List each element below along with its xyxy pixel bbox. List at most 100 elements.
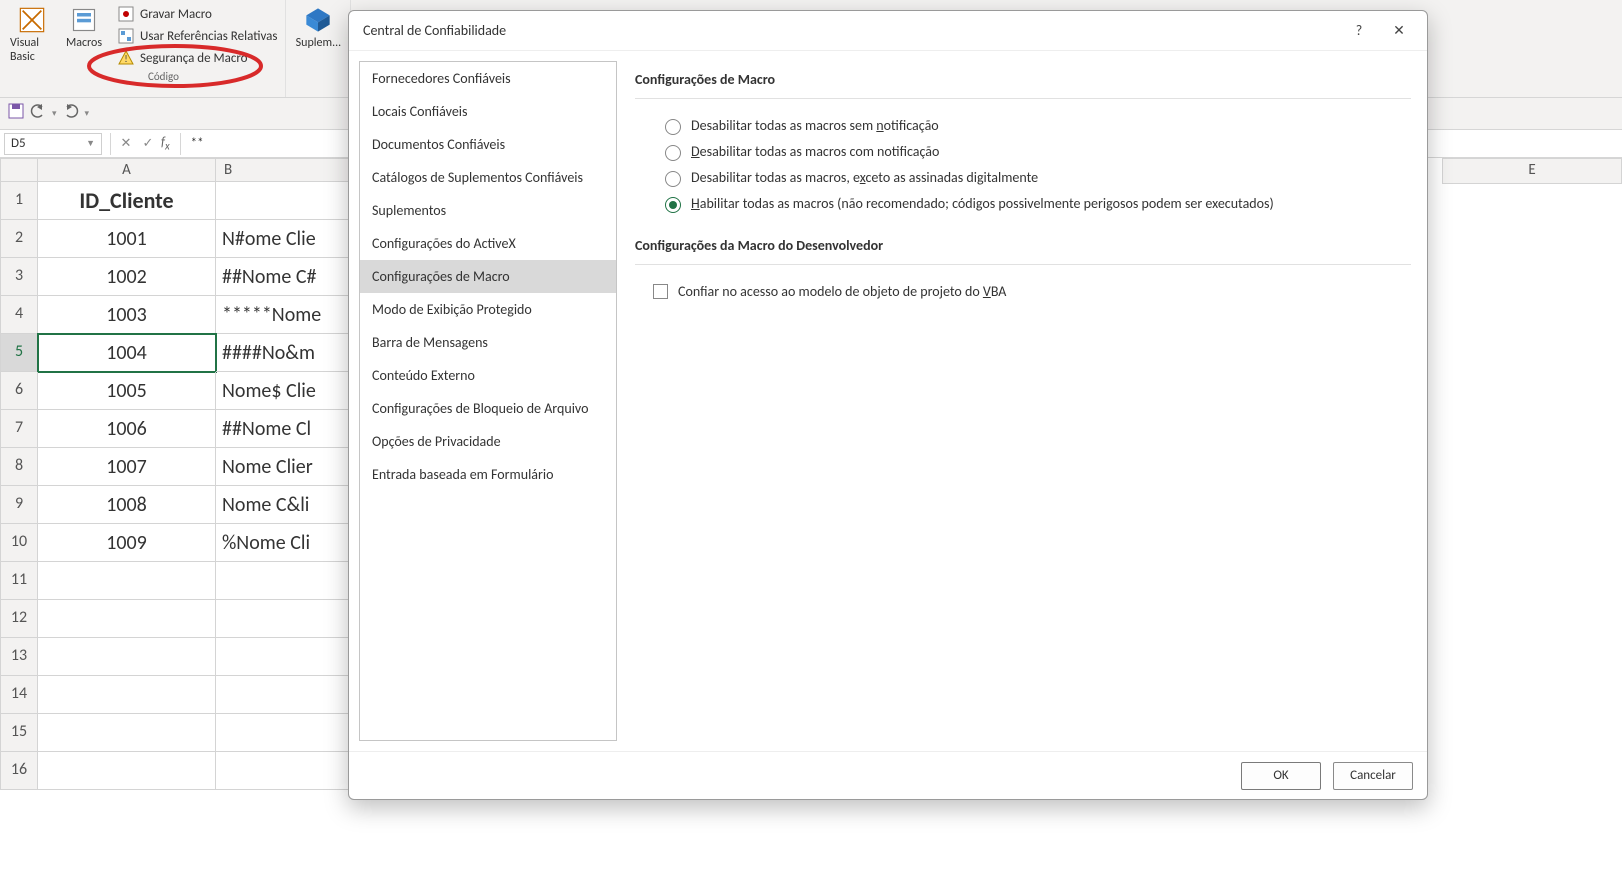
radio-label: Desabilitar todas as macros com notifica… xyxy=(691,143,939,160)
gravar-label: Gravar Macro xyxy=(140,7,212,22)
row-header[interactable]: 7 xyxy=(0,410,38,448)
sidebar-item-4[interactable]: Suplementos xyxy=(360,194,616,227)
trust-vba-checkbox-row[interactable]: Confiar no acesso ao modelo de objeto de… xyxy=(635,279,1411,304)
row-header[interactable]: 16 xyxy=(0,752,38,790)
row-header[interactable]: 14 xyxy=(0,676,38,714)
section-macro-settings: Configurações de Macro xyxy=(635,71,1411,88)
undo-dropdown[interactable]: ▾ xyxy=(52,108,57,119)
macro-radio-1[interactable]: Desabilitar todas as macros com notifica… xyxy=(635,139,1411,165)
sidebar-item-5[interactable]: Configurações do ActiveX xyxy=(360,227,616,260)
macro-radio-0[interactable]: Desabilitar todas as macros sem notifica… xyxy=(635,113,1411,139)
row-header[interactable]: 8 xyxy=(0,448,38,486)
cell[interactable] xyxy=(38,752,216,790)
name-box[interactable]: D5 ▼ xyxy=(4,133,102,155)
cell[interactable]: 1003 xyxy=(38,296,216,334)
sidebar-item-8[interactable]: Barra de Mensagens xyxy=(360,326,616,359)
row-header[interactable]: 5 xyxy=(0,334,38,372)
usar-referencias-button[interactable]: Usar Referências Relativas xyxy=(118,26,277,46)
undo-button[interactable] xyxy=(30,103,46,124)
sidebar-item-6[interactable]: Configurações de Macro xyxy=(360,260,616,293)
warning-icon: ! xyxy=(118,50,134,66)
row-header[interactable]: 3 xyxy=(0,258,38,296)
radio-label: Desabilitar todas as macros, exceto as a… xyxy=(691,169,1038,186)
col-header-a[interactable]: A xyxy=(38,158,216,182)
row-header[interactable]: 1 xyxy=(0,182,38,220)
seguranca-label: Segurança de Macro xyxy=(140,51,248,66)
radio-label: Habilitar todas as macros (não recomenda… xyxy=(691,195,1274,212)
relative-refs-icon xyxy=(118,28,134,44)
sidebar-item-10[interactable]: Configurações de Bloqueio de Arquivo xyxy=(360,392,616,425)
redo-button[interactable] xyxy=(63,103,79,124)
macros-icon xyxy=(70,6,98,34)
cell[interactable] xyxy=(38,600,216,638)
sidebar-item-2[interactable]: Documentos Confiáveis xyxy=(360,128,616,161)
record-macro-icon xyxy=(118,6,134,22)
cell[interactable]: 1001 xyxy=(38,220,216,258)
name-box-dropdown-icon: ▼ xyxy=(86,138,95,149)
help-button[interactable]: ? xyxy=(1339,11,1379,51)
radio-icon xyxy=(665,119,681,135)
ok-button[interactable]: OK xyxy=(1241,762,1321,790)
sidebar-item-9[interactable]: Conteúdo Externo xyxy=(360,359,616,392)
gravar-macro-button[interactable]: Gravar Macro xyxy=(118,4,277,24)
trust-center-dialog: Central de Confiabilidade ? ✕ Fornecedor… xyxy=(348,10,1428,800)
radio-icon xyxy=(665,197,681,213)
row-header[interactable]: 13 xyxy=(0,638,38,676)
radio-label: Desabilitar todas as macros sem notifica… xyxy=(691,117,939,134)
select-all-corner[interactable] xyxy=(0,158,38,182)
row-header[interactable]: 9 xyxy=(0,486,38,524)
row-header[interactable]: 4 xyxy=(0,296,38,334)
confirm-fx-button[interactable]: ✓ xyxy=(137,133,159,155)
cancel-fx-button[interactable]: ✕ xyxy=(115,133,137,155)
cell[interactable]: 1005 xyxy=(38,372,216,410)
col-header-e[interactable]: E xyxy=(1442,158,1622,184)
dialog-title-text: Central de Confiabilidade xyxy=(363,22,506,39)
sidebar-item-11[interactable]: Opções de Privacidade xyxy=(360,425,616,458)
cell[interactable]: ID_Cliente xyxy=(38,182,216,220)
row-header[interactable]: 11 xyxy=(0,562,38,600)
seguranca-macro-button[interactable]: ! Segurança de Macro xyxy=(118,48,277,68)
fx-icon[interactable]: fx xyxy=(159,135,176,153)
formula-content[interactable]: ** xyxy=(185,136,204,151)
cell[interactable] xyxy=(38,676,216,714)
trust-center-sidebar: Fornecedores ConfiáveisLocais Confiáveis… xyxy=(359,61,617,741)
visual-basic-icon xyxy=(18,6,46,34)
macro-radio-2[interactable]: Desabilitar todas as macros, exceto as a… xyxy=(635,165,1411,191)
codigo-group-label: Código xyxy=(118,70,277,83)
cell[interactable]: 1008 xyxy=(38,486,216,524)
radio-icon xyxy=(665,145,681,161)
cancel-button[interactable]: Cancelar xyxy=(1333,762,1413,790)
section-dev-macro: Configurações da Macro do Desenvolvedor xyxy=(635,237,1411,254)
sidebar-item-0[interactable]: Fornecedores Confiáveis xyxy=(360,62,616,95)
macros-label: Macros xyxy=(66,36,102,50)
row-header[interactable]: 6 xyxy=(0,372,38,410)
radio-icon xyxy=(665,171,681,187)
sidebar-item-7[interactable]: Modo de Exibição Protegido xyxy=(360,293,616,326)
cell[interactable]: 1006 xyxy=(38,410,216,448)
row-header[interactable]: 2 xyxy=(0,220,38,258)
suplementos-button[interactable]: Suplem... xyxy=(294,4,342,52)
trust-vba-label: Confiar no acesso ao modelo de objeto de… xyxy=(678,283,1006,300)
close-button[interactable]: ✕ xyxy=(1379,11,1419,51)
save-button[interactable] xyxy=(8,103,24,124)
macro-radio-3[interactable]: Habilitar todas as macros (não recomenda… xyxy=(635,191,1411,217)
cell[interactable]: 1002 xyxy=(38,258,216,296)
row-header[interactable]: 15 xyxy=(0,714,38,752)
referencias-label: Usar Referências Relativas xyxy=(140,29,277,44)
cell[interactable]: 1009 xyxy=(38,524,216,562)
row-header[interactable]: 12 xyxy=(0,600,38,638)
row-header[interactable]: 10 xyxy=(0,524,38,562)
cell[interactable] xyxy=(38,562,216,600)
sidebar-item-1[interactable]: Locais Confiáveis xyxy=(360,95,616,128)
sidebar-item-12[interactable]: Entrada baseada em Formulário xyxy=(360,458,616,491)
sidebar-item-3[interactable]: Catálogos de Suplementos Confiáveis xyxy=(360,161,616,194)
macros-button[interactable]: Macros xyxy=(60,4,108,52)
suplem-label: Suplem... xyxy=(296,36,342,50)
cell[interactable] xyxy=(38,714,216,752)
visual-basic-button[interactable]: Visual Basic xyxy=(8,4,56,66)
checkbox-icon xyxy=(653,284,668,299)
cell[interactable]: 1007 xyxy=(38,448,216,486)
qat-customize[interactable]: ▾ xyxy=(85,108,90,119)
cell[interactable]: 1004 xyxy=(38,334,216,372)
cell[interactable] xyxy=(38,638,216,676)
